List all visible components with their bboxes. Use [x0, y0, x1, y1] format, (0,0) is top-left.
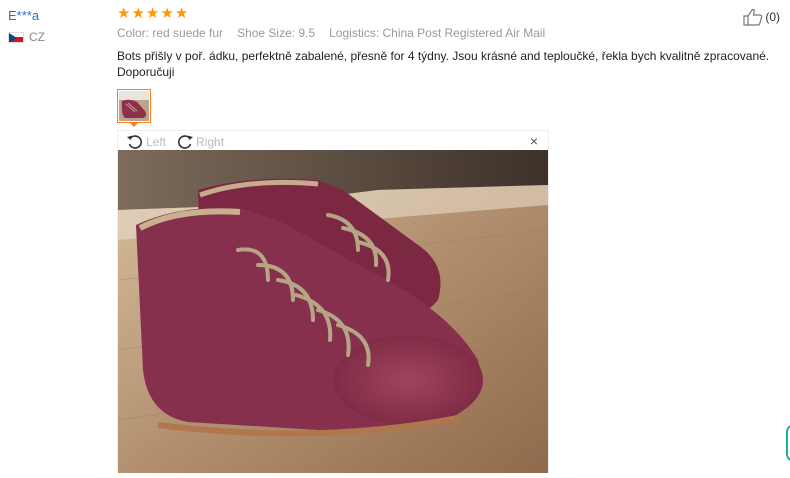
- rotate-right-label: Right: [196, 135, 225, 149]
- reviewer-country: CZ: [8, 30, 108, 44]
- side-widget-edge[interactable]: [786, 424, 790, 462]
- cz-flag-icon: [8, 31, 24, 43]
- star-icon: ★: [160, 5, 174, 22]
- close-viewer-button[interactable]: ×: [530, 134, 538, 148]
- star-icon: ★: [131, 5, 145, 22]
- order-color: Color: red suede fur: [117, 26, 224, 40]
- order-info: Color: red suede fur Shoe Size: 9.5 Logi…: [117, 25, 777, 41]
- rotate-left-button[interactable]: Left: [126, 133, 166, 151]
- photo-viewer: Left Right ×: [117, 130, 549, 473]
- order-logistics: Logistics: China Post Registered Air Mai…: [329, 26, 546, 40]
- thumbnail-pointer: [129, 122, 139, 127]
- country-code: CZ: [29, 30, 45, 44]
- star-icon: ★: [145, 5, 160, 22]
- review-photo-shoes: [118, 150, 548, 473]
- helpful-count: (0): [765, 10, 780, 24]
- rating-stars: ★ ★ ★ ★ ★: [117, 6, 777, 22]
- reviewer-info: E***a CZ: [8, 8, 108, 44]
- helpful-button[interactable]: (0): [743, 8, 780, 26]
- photo-thumbnail[interactable]: [117, 89, 153, 127]
- rotate-left-icon: [127, 135, 142, 149]
- star-icon: ★: [174, 5, 189, 22]
- shoe-thumbnail-image: [119, 91, 149, 121]
- rotate-right-button[interactable]: Right: [176, 133, 224, 151]
- review-content: ★ ★ ★ ★ ★ Color: red suede fur Shoe Size…: [117, 6, 777, 80]
- order-shoe-size: Shoe Size: 9.5: [237, 26, 316, 40]
- rotate-left-label: Left: [146, 135, 167, 149]
- reviewer-name[interactable]: E***a: [8, 8, 108, 24]
- viewer-toolbar: Left Right: [126, 133, 224, 151]
- star-icon: ★: [117, 5, 131, 22]
- review-text: Bots přišly v poř. ádku, perfektně zabal…: [117, 49, 770, 79]
- rotate-right-icon: [178, 135, 194, 149]
- thumbs-up-icon: [743, 8, 763, 26]
